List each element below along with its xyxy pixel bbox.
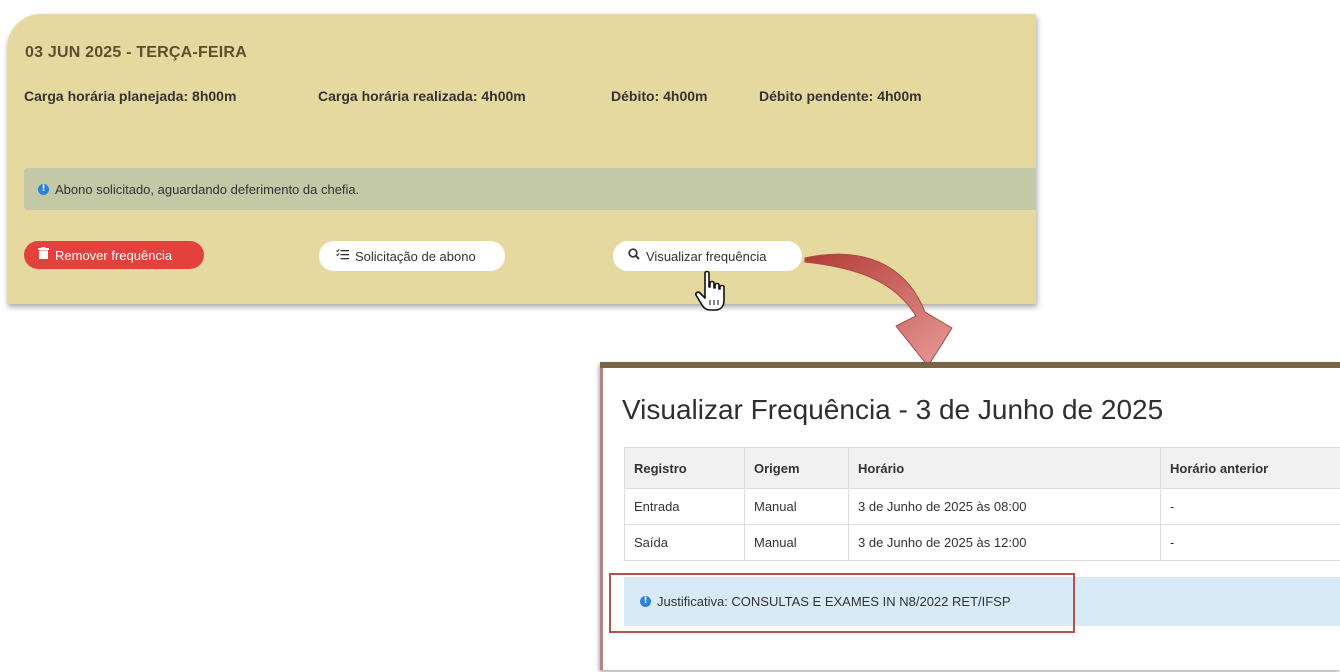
cell-horario: 3 de Junho de 2025 às 12:00 [848,524,1161,561]
cell-horario-anterior: - [1160,524,1340,561]
header-origem: Origem [744,447,849,489]
header-registro: Registro [624,447,745,489]
cell-registro: Saída [624,524,745,561]
modal-title: Visualizar Frequência - 3 de Junho de 20… [622,394,1164,425]
header-horario: Horário [848,447,1161,489]
hand-pointer-icon [695,270,725,311]
cell-origem: Manual [744,524,849,561]
header-horario-anterior: Horário anterior [1160,447,1340,489]
cell-horario: 3 de Junho de 2025 às 08:00 [848,488,1161,525]
modal-edge [600,368,603,670]
table-row: Saída Manual 3 de Junho de 2025 às 12:00… [624,524,1340,561]
highlight-box [609,573,1075,633]
table-header-row: Registro Origem Horário Horário anterior [624,447,1340,489]
table-row: Entrada Manual 3 de Junho de 2025 às 08:… [624,488,1340,525]
frequency-table: Registro Origem Horário Horário anterior… [624,447,1340,561]
cell-registro: Entrada [624,488,745,525]
cell-horario-anterior: - [1160,488,1340,525]
cell-origem: Manual [744,488,849,525]
